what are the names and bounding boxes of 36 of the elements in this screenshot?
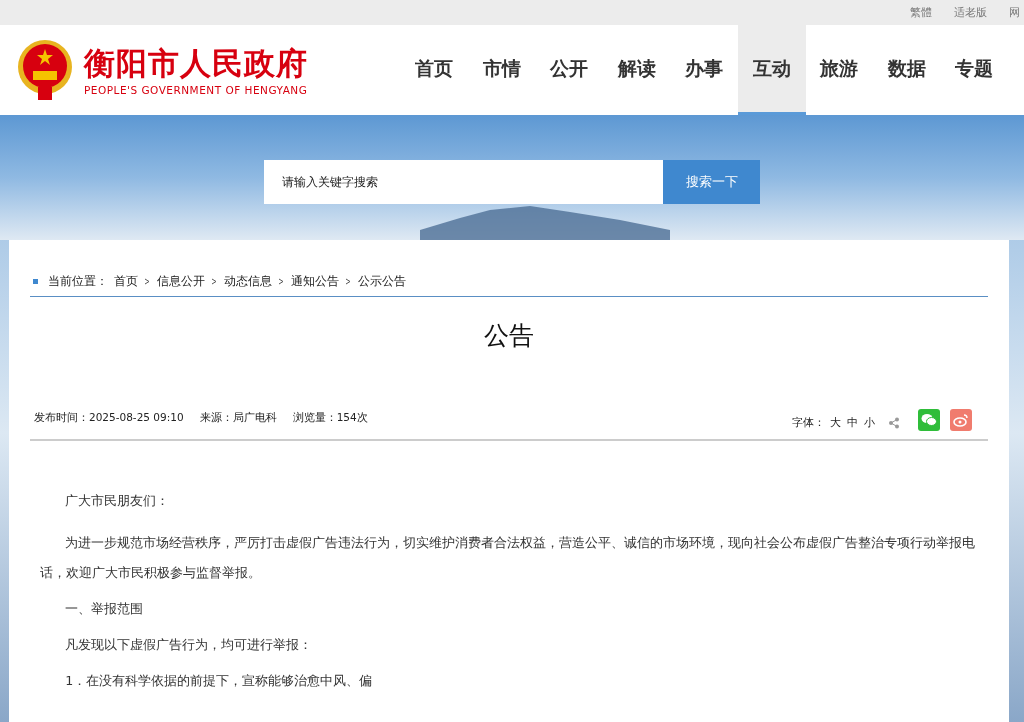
breadcrumb-link[interactable]: 通知公告 (291, 272, 339, 290)
article-paragraph: 凡发现以下虚假广告行为，均可进行举报： (64, 636, 314, 654)
chevron-icon (345, 277, 352, 285)
breadcrumb-link[interactable]: 公示公告 (358, 272, 406, 290)
article-paragraph: 为进一步规范市场经营秩序，严厉打击虚假广告违法行为，切实维护消费者合法权益，营造公平、诚信的市场环境，现向社会公布虚假广告整治专项行动举报电话，欢迎广大市民积极参与监督举报。 (39, 534, 977, 582)
top-link[interactable]: 繁體 (910, 5, 932, 20)
site-subtitle: PEOPLE'S GOVERNMENT OF HENGYANG (84, 83, 308, 96)
article-paragraph: 广大市民朋友们： (64, 492, 171, 510)
chat-share-icon[interactable] (918, 409, 940, 431)
weibo-share-icon[interactable] (950, 409, 972, 431)
chevron-icon (144, 277, 151, 285)
nav-tab[interactable]: 互动 (738, 25, 806, 115)
search-button[interactable]: 搜索一下 (663, 160, 760, 204)
chevron-icon (278, 277, 285, 285)
font-size-label: 字体： (792, 416, 825, 430)
breadcrumb-link[interactable]: 信息公开 (157, 272, 205, 290)
top-link[interactable]: 适老版 (954, 5, 987, 20)
emblem-icon (16, 39, 74, 101)
bullet-icon (33, 278, 38, 284)
top-link[interactable]: 网 (1009, 5, 1020, 20)
breadcrumb-label: 当前位置： (48, 272, 108, 290)
article-paragraph: 1．在没有科学依据的前提下，宣称能够治愈中风、偏 (64, 672, 374, 690)
article-meta: 浏览量：154次 (292, 411, 368, 425)
article-title: 公告 (483, 320, 535, 352)
share-icon[interactable] (888, 417, 900, 429)
font-size-option[interactable]: 中 (846, 416, 859, 430)
article-meta: 来源：局广电科 (199, 411, 277, 425)
search-field[interactable]: 请输入关键字搜索 (264, 160, 663, 204)
article-meta: 发布时间：2025-08-25 09:10 (34, 411, 184, 425)
font-size-option[interactable]: 小 (863, 416, 876, 430)
site-title: 衡阳市人民政府 (84, 44, 308, 81)
article-paragraph: 一、举报范围 (64, 600, 145, 618)
breadcrumb-link[interactable]: 动态信息 (224, 272, 272, 290)
font-size-option[interactable]: 大 (829, 416, 842, 430)
breadcrumb-link[interactable]: 首页 (114, 272, 138, 290)
chevron-icon (211, 277, 218, 285)
